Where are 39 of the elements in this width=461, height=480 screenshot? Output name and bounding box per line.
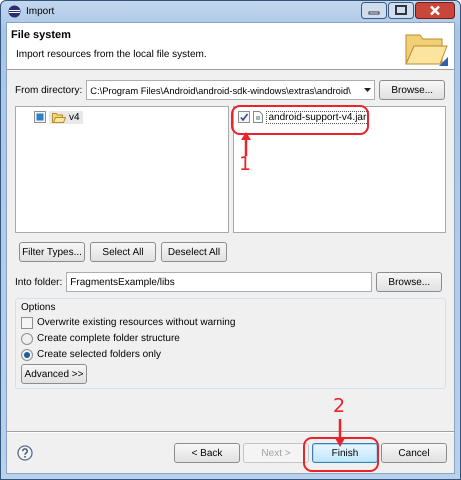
field-label: From directory: [15, 84, 82, 96]
list-button[interactable]: Deselect All [161, 242, 227, 262]
group-title: Options [21, 302, 56, 313]
list-button[interactable]: Filter Types... [19, 242, 85, 262]
radio-button[interactable] [21, 332, 33, 344]
option-label[interactable]: Overwrite existing resources without warning [37, 317, 236, 328]
folder-icon [52, 112, 66, 122]
advanced-button[interactable]: Advanced >> [21, 364, 87, 384]
maximize-icon[interactable] [388, 2, 414, 19]
browse-button[interactable]: Browse... [379, 80, 446, 100]
wizard-button[interactable]: Cancel [381, 443, 447, 463]
wizard-button[interactable]: Finish [312, 443, 378, 463]
folder-field[interactable]: FragmentsExample/libs [66, 272, 372, 292]
step-number: 1 [239, 153, 252, 175]
annotation-arrow [241, 132, 251, 156]
checkbox[interactable] [238, 111, 250, 123]
checkbox[interactable] [34, 111, 46, 123]
window-title: Import [26, 6, 54, 17]
folder-item[interactable]: v4 [49, 110, 83, 124]
app-icon [8, 5, 21, 18]
close-icon[interactable] [415, 2, 455, 19]
dropdown-arrow-icon[interactable] [364, 88, 372, 92]
annotation-arrow [335, 419, 345, 447]
file-item[interactable]: android-support-v4.jar [266, 110, 370, 124]
radio-button[interactable] [21, 348, 33, 360]
directory-combobox[interactable]: C:\Program Files\Android\android-sdk-windows\extras\android\ [86, 80, 376, 100]
page-description: Import resources from the local file system. [15, 49, 208, 60]
wizard-button[interactable]: < Back [174, 443, 240, 463]
file-icon [252, 111, 262, 123]
option-label[interactable]: Create selected folders only [37, 349, 161, 360]
browse-button[interactable]: Browse... [376, 272, 442, 292]
checkbox[interactable] [21, 316, 33, 328]
field-label: Into folder: [15, 276, 62, 288]
list-button[interactable]: Select All [90, 242, 156, 262]
minimize-icon[interactable] [361, 2, 387, 19]
step-number: 2 [333, 395, 346, 417]
option-label[interactable]: Create complete folder structure [37, 333, 180, 344]
page-title: File system [11, 29, 72, 41]
help-icon[interactable] [17, 445, 33, 461]
